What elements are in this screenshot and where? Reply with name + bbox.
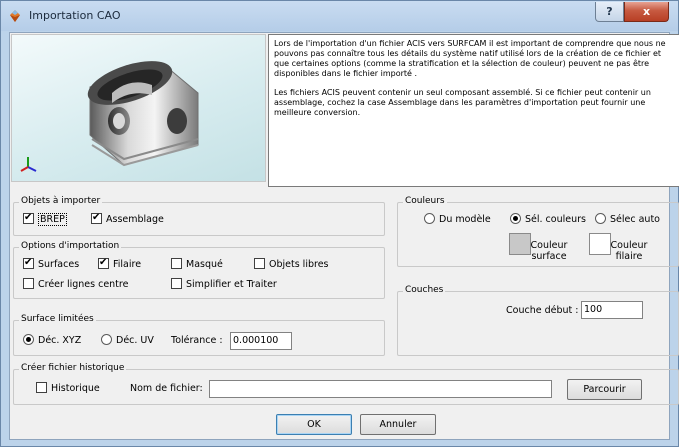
group-layers: Couches Couche début : 100 xyxy=(397,285,679,356)
du-modele-radio[interactable]: Du modèle xyxy=(424,213,491,226)
info-text-panel: Lors de l'importation d'un fichier ACIS … xyxy=(268,34,679,187)
assemblage-checkbox[interactable]: Assemblage xyxy=(91,212,164,226)
filaire-color-label-line1: Couleur xyxy=(610,240,648,251)
assemblage-check-box[interactable] xyxy=(91,212,102,224)
cancel-button[interactable]: Annuler xyxy=(360,414,436,435)
tolerance-label: Tolérance : xyxy=(171,335,223,346)
surfaces-checkbox[interactable]: Surfaces xyxy=(23,257,80,271)
model-preview-image xyxy=(11,34,266,182)
browse-button[interactable]: Parcourir xyxy=(567,379,642,400)
dec-uv-radio[interactable]: Déc. UV xyxy=(101,334,154,347)
help-button[interactable]: ? xyxy=(595,2,624,22)
filaire-color-label-line2: filaire xyxy=(615,251,643,262)
surfaces-check-box[interactable] xyxy=(23,257,34,269)
info-paragraph-1: Lors de l'importation d'un fichier ACIS … xyxy=(274,39,666,78)
group-surface-legend: Surface limitées xyxy=(19,314,96,324)
du-modele-radio-button[interactable] xyxy=(424,213,435,224)
filaire-label: Filaire xyxy=(113,259,142,270)
assemblage-label: Assemblage xyxy=(106,214,164,225)
simplifier-checkbox[interactable]: Simplifier et Traiter xyxy=(171,278,277,291)
ok-button[interactable]: OK xyxy=(276,414,352,435)
info-paragraph-2: Les fichiers ACIS peuvent contenir un se… xyxy=(274,88,651,117)
masque-checkbox[interactable]: Masqué xyxy=(171,258,223,271)
sel-couleurs-label: Sél. couleurs xyxy=(525,214,586,225)
group-options-legend: Options d'importation xyxy=(19,241,122,251)
group-history-legend: Créer fichier historique xyxy=(19,363,127,373)
selec-auto-label: Sélec auto xyxy=(610,214,660,225)
group-history: Créer fichier historique Historique Nom … xyxy=(13,363,679,405)
objets-libres-checkbox[interactable]: Objets libres xyxy=(254,258,329,271)
dialog-body: Lors de l'importation d'un fichier ACIS … xyxy=(9,32,679,440)
lignes-centre-checkbox[interactable]: Créer lignes centre xyxy=(23,278,128,291)
objets-libres-label: Objets libres xyxy=(269,259,329,270)
dec-xyz-label: Déc. XYZ xyxy=(38,335,82,346)
title-bar[interactable]: Importation CAO ? x xyxy=(1,1,678,31)
historique-checkbox[interactable]: Historique xyxy=(36,382,100,395)
dec-uv-label: Déc. UV xyxy=(116,335,154,346)
group-import-options: Options d'importation Surfaces Filaire M… xyxy=(13,241,385,299)
surface-color-label: Couleur surface xyxy=(524,240,574,262)
sel-couleurs-radio[interactable]: Sél. couleurs xyxy=(510,213,586,226)
group-colors-legend: Couleurs xyxy=(403,196,447,206)
filaire-color-label: Couleur filaire xyxy=(604,240,654,262)
filename-input[interactable] xyxy=(209,380,552,398)
dec-uv-radio-button[interactable] xyxy=(101,334,112,345)
lignes-centre-label: Créer lignes centre xyxy=(38,279,129,290)
surfaces-label: Surfaces xyxy=(38,259,80,270)
app-icon xyxy=(8,9,22,23)
tolerance-input[interactable]: 0.000100 xyxy=(230,332,292,350)
masque-label: Masqué xyxy=(186,259,223,270)
dialog-window: Importation CAO ? x Lors de l'importatio… xyxy=(0,0,679,447)
group-layers-legend: Couches xyxy=(403,285,446,295)
group-objects: Objets à importer BREP Assemblage xyxy=(13,196,385,236)
brep-check-box[interactable] xyxy=(23,212,34,224)
group-colors: Couleurs Du modèle Sél. couleurs Sélec a… xyxy=(397,196,679,267)
masque-check-box[interactable] xyxy=(171,258,182,269)
du-modele-label: Du modèle xyxy=(439,214,491,225)
window-title: Importation CAO xyxy=(29,9,121,22)
brep-checkbox[interactable]: BREP xyxy=(23,212,67,226)
close-button[interactable]: x xyxy=(624,2,669,22)
layer-start-label: Couche début : xyxy=(506,305,579,316)
lignes-centre-check-box[interactable] xyxy=(23,278,34,289)
objets-libres-check-box[interactable] xyxy=(254,258,265,269)
simplifier-check-box[interactable] xyxy=(171,278,182,289)
selec-auto-radio-button[interactable] xyxy=(595,213,606,224)
historique-check-box[interactable] xyxy=(36,382,47,393)
brep-label: BREP xyxy=(38,213,67,226)
simplifier-label: Simplifier et Traiter xyxy=(186,279,277,290)
historique-label: Historique xyxy=(51,383,100,394)
filename-label: Nom de fichier: xyxy=(130,383,203,394)
dec-xyz-radio-button[interactable] xyxy=(23,334,34,345)
filaire-checkbox[interactable]: Filaire xyxy=(98,257,142,271)
surface-color-label-line2: surface xyxy=(531,251,567,262)
sel-couleurs-radio-button[interactable] xyxy=(510,213,521,224)
selec-auto-radio[interactable]: Sélec auto xyxy=(595,213,660,226)
layer-start-input[interactable]: 100 xyxy=(581,301,643,319)
dec-xyz-radio[interactable]: Déc. XYZ xyxy=(23,334,81,347)
group-objects-legend: Objets à importer xyxy=(19,196,103,206)
surface-color-label-line1: Couleur xyxy=(530,240,568,251)
filaire-check-box[interactable] xyxy=(98,257,109,269)
group-surface-limits: Surface limitées Déc. XYZ Déc. UV Toléra… xyxy=(13,314,385,356)
